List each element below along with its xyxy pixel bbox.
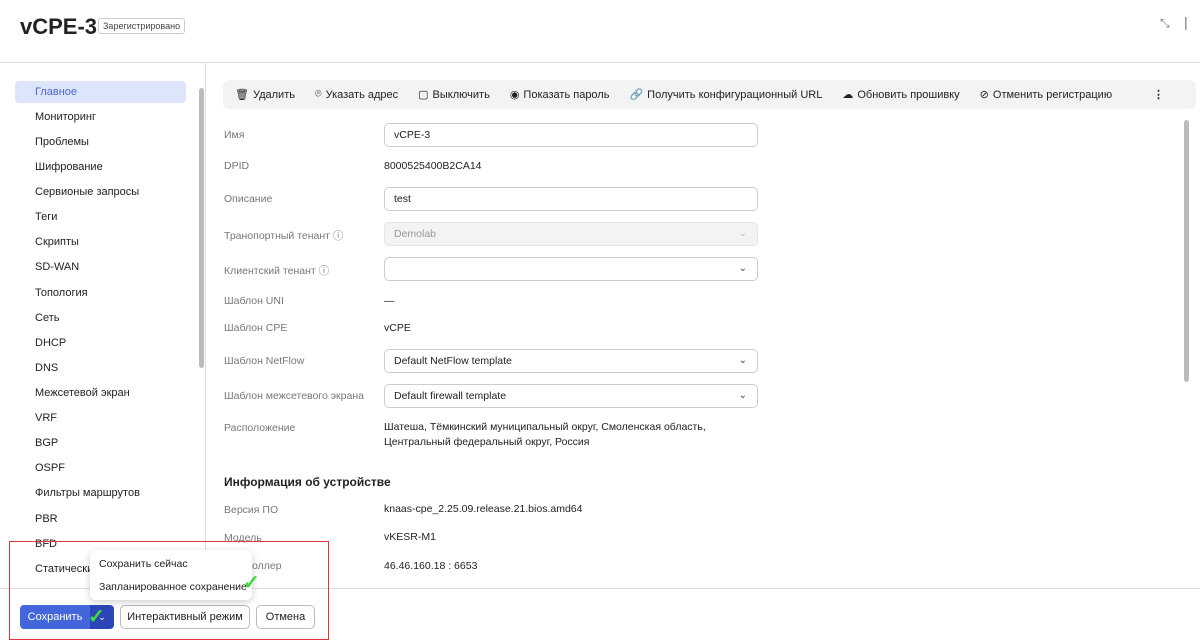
info-icon[interactable]: ⓘ xyxy=(319,265,330,277)
sidebar-item-dhcp[interactable]: DHCP xyxy=(15,332,186,354)
cloud-upload-icon: ☁ xyxy=(842,89,854,101)
get-config-url-button[interactable]: 🔗 Получить конфигурационный URL xyxy=(629,88,823,102)
sidebar-scrollbar[interactable] xyxy=(199,88,204,368)
set-address-label: Указать адрес xyxy=(325,88,399,101)
sidebar-divider xyxy=(205,62,206,588)
firmware-version-value: knaas-cpe_2.25.09.release.21.bios.amd64 xyxy=(384,503,583,515)
uni-template-value: — xyxy=(384,295,395,307)
collapse-icon[interactable]: ⤡ xyxy=(1160,16,1170,31)
location-label: Расположение xyxy=(224,422,296,434)
sidebar-item-monitoring[interactable]: Мониторинг xyxy=(15,106,186,128)
set-address-button[interactable]: ⌾ Указать адрес xyxy=(315,88,398,101)
firewall-template-select[interactable]: Default firewall template ⌄ xyxy=(384,384,758,408)
client-tenant-select[interactable]: ⌄ xyxy=(384,257,758,281)
highlight-box xyxy=(9,541,329,640)
cpe-template-label: Шаблон CPE xyxy=(224,322,288,334)
transport-tenant-text: Транопортный тенант xyxy=(224,230,330,242)
sidebar-item-tags[interactable]: Теги xyxy=(15,206,186,228)
dpid-value: 8000525400B2CA14 xyxy=(384,160,482,172)
show-password-label: Показать пароль xyxy=(523,88,610,101)
model-value: vKESR-M1 xyxy=(384,531,436,543)
sidebar-item-route-filters[interactable]: Фильтры маршрутов xyxy=(15,482,186,504)
location-line2: Центральный федеральный округ, Россия xyxy=(384,436,590,448)
sidebar-item-network[interactable]: Сеть xyxy=(15,307,186,329)
eye-icon: ◉ xyxy=(509,89,520,101)
firewall-template-value: Default firewall template xyxy=(394,390,507,402)
netflow-template-select[interactable]: Default NetFlow template ⌄ xyxy=(384,349,758,373)
sidebar-item-encryption[interactable]: Шифрование xyxy=(15,156,186,178)
show-password-button[interactable]: ◉ Показать пароль xyxy=(509,88,610,102)
unregister-button[interactable]: ⊘ Отменить регистрацию xyxy=(979,88,1113,102)
unregister-icon: ⊘ xyxy=(979,89,989,101)
client-tenant-label: Клиентский тенант ⓘ xyxy=(224,263,329,278)
cpe-template-value: vCPE xyxy=(384,322,411,334)
sidebar-item-ospf[interactable]: OSPF xyxy=(15,457,186,479)
netflow-template-label: Шаблон NetFlow xyxy=(224,355,305,367)
delete-label: Удалить xyxy=(252,88,295,101)
dpid-label: DPID xyxy=(224,160,250,172)
sidebar-item-dns[interactable]: DNS xyxy=(15,357,186,379)
sidebar-item-vrf[interactable]: VRF xyxy=(15,407,186,429)
square-icon: ▢ xyxy=(418,89,429,101)
netflow-template-value: Default NetFlow template xyxy=(394,355,512,367)
sidebar-item-problems[interactable]: Проблемы xyxy=(15,131,186,153)
toolbar: 🗑 Удалить ⌾ Указать адрес ▢ Выключить ◉ Пока… xyxy=(223,80,1196,109)
description-input[interactable]: test xyxy=(384,187,758,211)
chevron-down-icon: ⌄ xyxy=(738,390,747,401)
sidebar-item-main[interactable]: Главное xyxy=(15,81,186,103)
chevron-down-icon: ⌄ xyxy=(738,228,747,239)
sidebar-item-bgp[interactable]: BGP xyxy=(15,432,186,454)
location-pin-icon: ⌾ xyxy=(314,88,322,100)
close-icon[interactable]: | xyxy=(1184,14,1188,30)
sidebar-item-topology[interactable]: Топология xyxy=(15,282,186,304)
name-label: Имя xyxy=(224,129,245,141)
delete-button[interactable]: 🗑 Удалить xyxy=(235,88,295,102)
location-line1: Шатеша, Тёмкинский муниципальный округ, … xyxy=(384,421,706,433)
firewall-template-label: Шаблон межсетевого экрана xyxy=(224,390,364,402)
device-info-heading: Информация об устройстве xyxy=(224,475,391,489)
status-badge: Зарегистрировано xyxy=(98,18,186,34)
update-firmware-button[interactable]: ☁ Обновить прошивку xyxy=(842,88,960,102)
client-tenant-text: Клиентский тенант xyxy=(224,265,316,277)
uni-template-label: Шаблон UNI xyxy=(224,295,284,307)
update-firmware-label: Обновить прошивку xyxy=(857,88,960,101)
sidebar-item-firewall[interactable]: Межсетевой экран xyxy=(15,382,186,404)
unregister-label: Отменить регистрацию xyxy=(992,88,1113,101)
header-divider xyxy=(0,62,1200,63)
main-scrollbar[interactable] xyxy=(1184,120,1189,382)
get-config-url-label: Получить конфигурационный URL xyxy=(647,88,823,101)
info-icon[interactable]: ⓘ xyxy=(333,230,344,242)
disable-label: Выключить xyxy=(432,88,490,101)
controller-value: 46.46.160.18 : 6653 xyxy=(384,560,478,572)
transport-tenant-label: Транопортный тенант ⓘ xyxy=(224,228,343,243)
sidebar-item-pbr[interactable]: PBR xyxy=(15,508,186,530)
page-title: vCPE-3 xyxy=(20,14,98,39)
sidebar-item-service-requests[interactable]: Сервионые запроcы xyxy=(15,181,186,203)
firmware-version-label: Версия ПО xyxy=(224,504,279,516)
chevron-down-icon: ⌄ xyxy=(738,263,747,274)
trash-icon: 🗑 xyxy=(235,89,249,101)
name-input[interactable]: vCPE-3 xyxy=(384,123,758,147)
link-icon: 🔗 xyxy=(629,89,644,101)
transport-tenant-value: Demolab xyxy=(394,228,437,240)
transport-tenant-select: Demolab ⌄ xyxy=(384,222,758,246)
disable-button[interactable]: ▢ Выключить xyxy=(418,88,490,102)
description-label: Описание xyxy=(224,193,273,205)
chevron-down-icon: ⌄ xyxy=(738,355,747,366)
sidebar-item-scripts[interactable]: Скрипты xyxy=(15,231,186,253)
more-options-icon[interactable]: ⋮ xyxy=(1153,88,1164,101)
sidebar-item-sdwan[interactable]: SD-WAN xyxy=(15,256,186,278)
